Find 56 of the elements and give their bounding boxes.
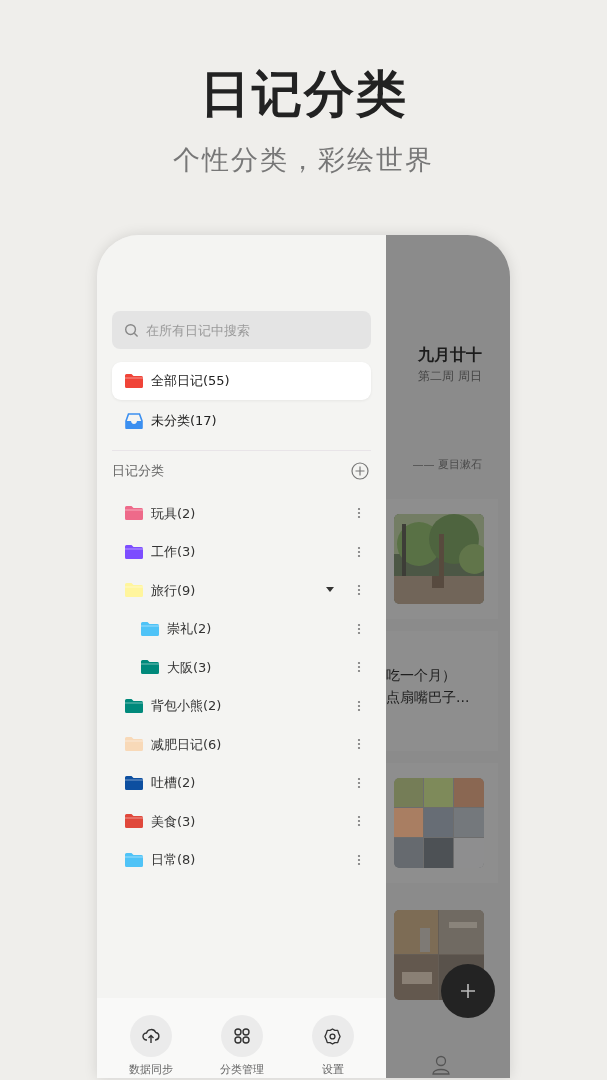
category-label: 日常(8) <box>151 851 197 869</box>
more-icon[interactable] <box>357 507 361 520</box>
category-item[interactable]: 大阪(3) <box>112 648 371 687</box>
entry-text-line: 点扇嘴巴子... <box>386 687 471 707</box>
page-subtitle: 个性分类，彩绘世界 <box>173 143 434 177</box>
more-icon[interactable] <box>357 738 361 751</box>
bottom-action[interactable]: 数据同步 <box>115 1015 186 1076</box>
more-icon[interactable] <box>357 815 361 828</box>
more-icon[interactable] <box>357 622 361 635</box>
date-heading: 九月廿十 <box>418 344 482 366</box>
settings-icon <box>324 1027 341 1045</box>
action-label: 数据同步 <box>128 1063 173 1076</box>
nav-item[interactable]: 未分类(17) <box>112 402 371 440</box>
nav-label: 全部日记(55) <box>151 372 230 391</box>
more-icon[interactable] <box>357 776 361 789</box>
bottom-action[interactable]: 分类管理 <box>206 1015 277 1076</box>
category-label: 吐槽(2) <box>151 774 197 792</box>
search-field[interactable]: 在所有日记中搜索 <box>112 311 371 349</box>
category-item[interactable]: 美食(3) <box>112 802 371 841</box>
grid-icon <box>233 1028 250 1044</box>
more-icon[interactable] <box>357 584 361 597</box>
category-item[interactable]: 背包小熊(2) <box>112 686 371 725</box>
category-item[interactable]: 减肥日记(6) <box>112 725 371 764</box>
more-icon[interactable] <box>357 699 361 712</box>
nav-item[interactable]: 全部日记(55) <box>112 362 371 400</box>
bottom-action[interactable]: 设置 <box>297 1015 368 1076</box>
entry-text-line: 吃一个月） <box>386 665 457 685</box>
category-item[interactable]: 日常(8) <box>112 840 371 879</box>
profile-icon[interactable] <box>432 1055 450 1075</box>
category-label: 大阪(3) <box>167 658 213 677</box>
plus-icon <box>460 983 476 999</box>
category-item[interactable]: 旅行(9) <box>112 571 371 610</box>
section-title: 日记分类 <box>112 462 164 481</box>
category-label: 背包小熊(2) <box>151 697 223 715</box>
nav-label: 未分类(17) <box>151 412 217 431</box>
category-label: 旅行(9) <box>151 581 197 600</box>
cloud-upload-icon <box>141 1028 160 1044</box>
category-item[interactable]: 玩具(2) <box>112 494 371 533</box>
category-label: 玩具(2) <box>151 504 197 523</box>
more-icon[interactable] <box>357 661 361 674</box>
category-label: 工作(3) <box>151 543 197 561</box>
category-label: 减肥日记(6) <box>151 735 223 754</box>
caret-icon[interactable] <box>325 587 335 594</box>
category-label: 崇礼(2) <box>167 620 213 638</box>
category-item[interactable]: 崇礼(2) <box>112 609 371 648</box>
add-button[interactable] <box>441 964 495 1018</box>
action-label: 分类管理 <box>219 1063 264 1076</box>
more-icon[interactable] <box>357 853 361 866</box>
category-label: 美食(3) <box>151 812 197 831</box>
category-item[interactable]: 吐槽(2) <box>112 763 371 802</box>
more-icon[interactable] <box>357 545 361 558</box>
category-item[interactable]: 工作(3) <box>112 532 371 571</box>
add-icon[interactable] <box>351 462 369 480</box>
search-icon <box>124 323 139 338</box>
action-label: 设置 <box>321 1063 344 1076</box>
page-title: 日记分类 <box>199 64 408 125</box>
